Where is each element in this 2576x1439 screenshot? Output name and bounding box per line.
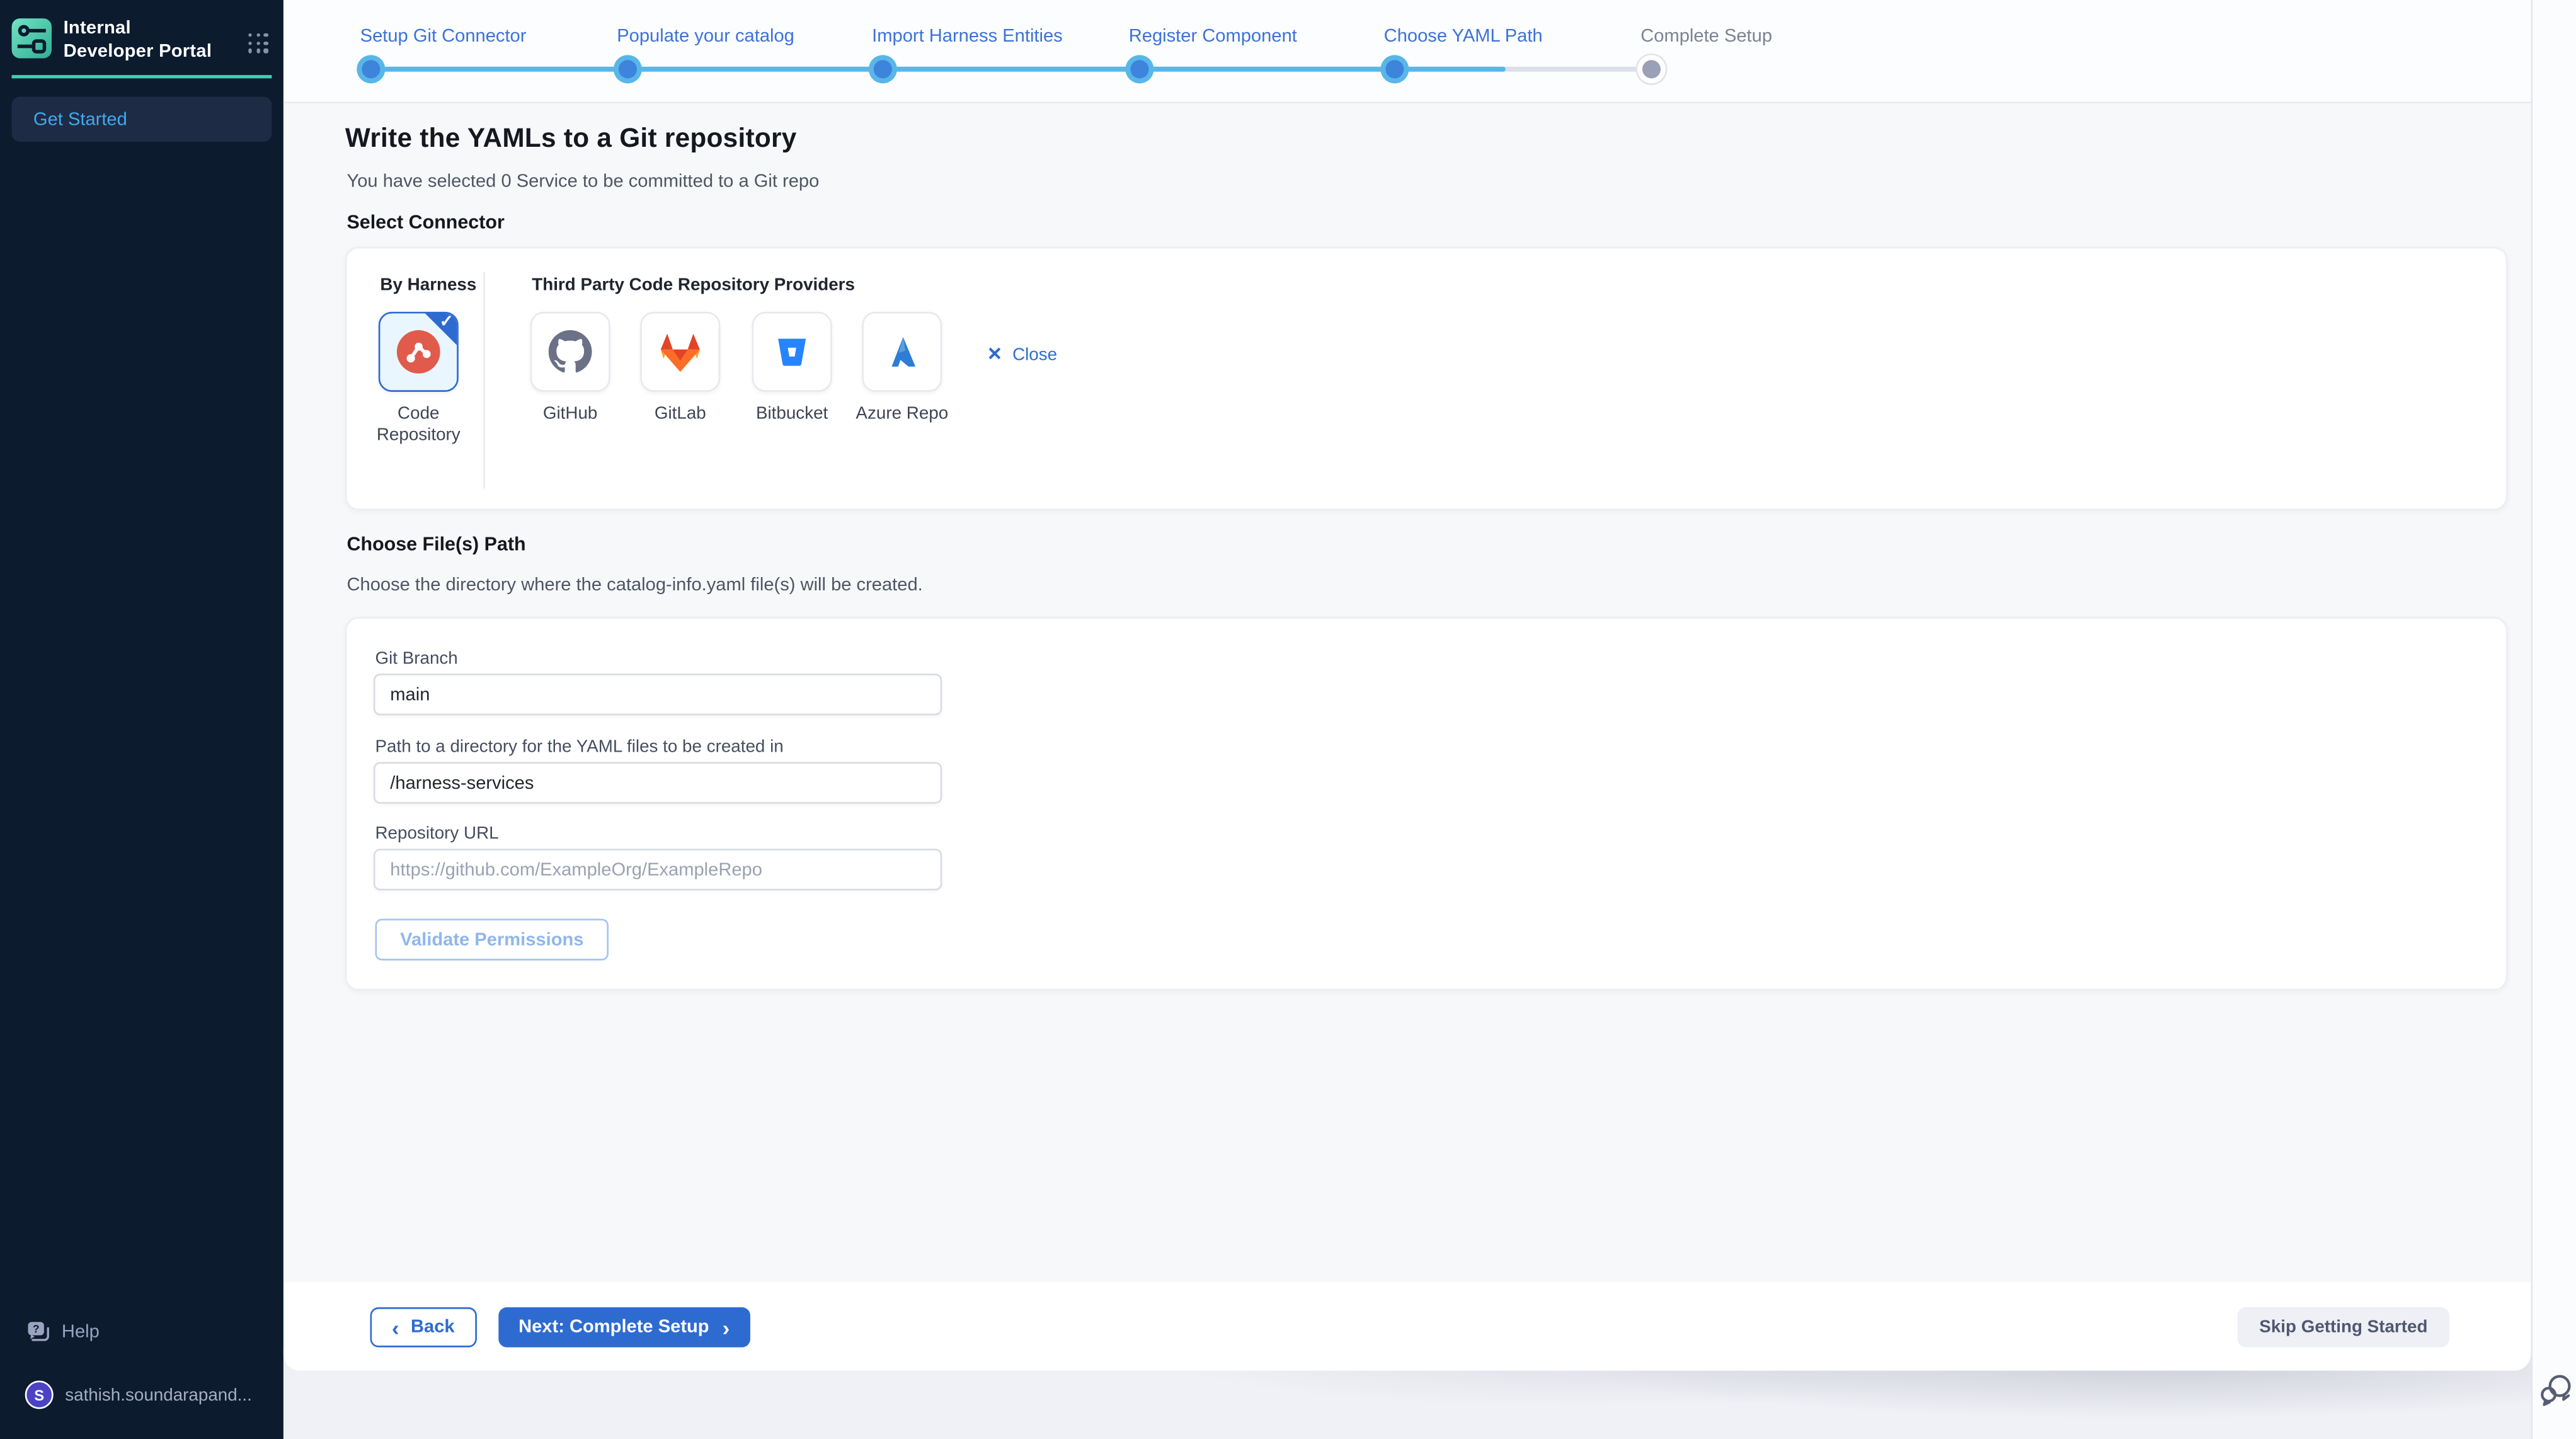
connector-card-bitbucket-col: Bitbucket [752, 312, 832, 392]
gitlab-icon [657, 332, 704, 372]
next-complete-setup-button[interactable]: Next: Complete Setup › [498, 1307, 750, 1348]
connector-card-code-repository-col: ✓ Code Repository [379, 312, 459, 392]
step-choose-yaml-path[interactable]: Choose YAML Path [1384, 26, 1543, 47]
skip-getting-started-button[interactable]: Skip Getting Started [2238, 1307, 2449, 1348]
next-label: Next: Complete Setup [518, 1317, 709, 1338]
chat-support-icon[interactable] [2538, 1372, 2573, 1407]
github-icon [549, 330, 592, 374]
connector-card-label: GitLab [655, 403, 706, 424]
connector-card-github[interactable] [530, 312, 610, 392]
third-party-label: Third Party Code Repository Providers [532, 275, 855, 295]
sidebar-header: Internal Developer Portal [12, 18, 220, 64]
connector-card-bitbucket[interactable] [752, 312, 832, 392]
wizard-stepper-bar: Setup Git Connector Populate your catalo… [283, 0, 2531, 103]
app-window: Internal Developer Portal Get Started ? … [0, 0, 2576, 1439]
file-path-panel: Git Branch Path to a directory for the Y… [345, 617, 2508, 990]
choose-file-path-description: Choose the directory where the catalog-i… [346, 575, 922, 595]
sidebar-accent-divider [12, 75, 272, 78]
yaml-directory-input[interactable] [374, 762, 942, 803]
user-name: sathish.soundarapand... [65, 1385, 252, 1405]
git-branch-label: Git Branch [375, 649, 457, 669]
connector-card-label: Bitbucket [756, 403, 828, 424]
get-started-label: Get Started [33, 109, 127, 129]
check-icon: ✓ [440, 314, 454, 332]
connector-card-azure-repo-col: Azure Repo [862, 312, 942, 392]
step-dot-3[interactable] [873, 60, 891, 78]
scrollbar-gutter [2531, 0, 2576, 1439]
chevron-left-icon: ‹ [392, 1316, 399, 1338]
step-dot-6[interactable] [1642, 60, 1660, 78]
connector-card-azure-repo[interactable] [862, 312, 942, 392]
harness-idp-logo-icon [12, 18, 52, 59]
close-label: Close [1012, 345, 1057, 365]
step-register-component[interactable]: Register Component [1129, 26, 1297, 47]
help-chat-icon: ? [26, 1321, 50, 1342]
step-dot-4[interactable] [1130, 60, 1148, 78]
connector-card-label: GitHub [543, 403, 598, 424]
connector-card-code-repository[interactable]: ✓ [379, 312, 459, 392]
close-icon: ✕ [987, 343, 1002, 365]
footer-bar: ‹ Back Next: Complete Setup › Skip Getti… [283, 1282, 2531, 1370]
help-label: Help [62, 1321, 100, 1341]
sidebar: Internal Developer Portal Get Started ? … [0, 0, 283, 1439]
user-menu[interactable]: S sathish.soundarapand... [25, 1380, 252, 1409]
page-subtitle: You have selected 0 Service to be commit… [346, 172, 819, 192]
app-title: Internal Developer Portal [64, 18, 220, 64]
svg-text:?: ? [33, 1322, 40, 1335]
step-complete-setup[interactable]: Complete Setup [1640, 26, 1772, 47]
avatar-initial: S [34, 1387, 44, 1403]
back-button[interactable]: ‹ Back [370, 1307, 476, 1348]
connector-card-label: Azure Repo [856, 403, 948, 424]
bitbucket-icon [772, 332, 812, 372]
repository-url-input[interactable] [374, 849, 942, 890]
azure-icon [882, 332, 922, 372]
by-harness-label: By Harness [380, 275, 476, 295]
validate-permissions-button[interactable]: Validate Permissions [375, 919, 609, 960]
avatar: S [25, 1380, 54, 1409]
connector-card-gitlab-col: GitLab [640, 312, 720, 392]
help-button[interactable]: ? Help [26, 1321, 99, 1342]
back-label: Back [411, 1317, 455, 1338]
main-content: Write the YAMLs to a Git repository You … [283, 103, 2531, 1282]
choose-file-path-heading: Choose File(s) Path [346, 536, 525, 556]
step-populate-your-catalog[interactable]: Populate your catalog [617, 26, 794, 47]
step-dot-2[interactable] [618, 60, 636, 78]
connector-card-label: Code Repository [358, 403, 479, 445]
select-connector-heading: Select Connector [346, 214, 504, 234]
app-switcher-icon[interactable] [248, 33, 268, 54]
close-providers-button[interactable]: ✕ Close [987, 343, 1057, 365]
step-import-harness-entities[interactable]: Import Harness Entities [872, 26, 1063, 47]
step-setup-git-connector[interactable]: Setup Git Connector [360, 26, 527, 47]
connector-panel: By Harness Third Party Code Repository P… [345, 247, 2508, 510]
connector-card-github-col: GitHub [530, 312, 610, 392]
stepper-track-progress [370, 67, 1506, 72]
repository-url-label: Repository URL [375, 823, 498, 844]
sidebar-item-get-started[interactable]: Get Started [12, 97, 272, 142]
chevron-right-icon: › [723, 1316, 730, 1338]
page-title: Write the YAMLs to a Git repository [345, 125, 797, 155]
step-dot-5[interactable] [1385, 60, 1403, 78]
connector-card-gitlab[interactable] [640, 312, 720, 392]
yaml-directory-label: Path to a directory for the YAML files t… [375, 737, 783, 757]
git-branch-input[interactable] [374, 674, 942, 715]
step-dot-1[interactable] [361, 60, 379, 78]
connector-group-divider [484, 272, 486, 488]
